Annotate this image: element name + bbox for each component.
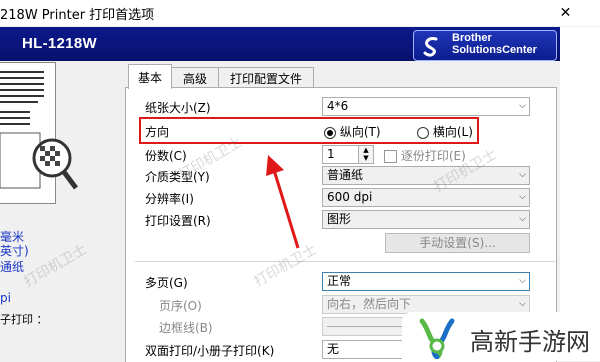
duplex-label: 双面打印/小册子打印(K) [145,344,275,358]
paper-size-label: 纸张大小(Z) [145,101,211,115]
chevron-down-icon: ⌵ [519,214,526,224]
tab-advanced[interactable]: 高级 [170,67,220,88]
chevron-down-icon: ⌵ [519,170,526,180]
sidebar-unit-inch: 英寸) [0,244,29,258]
multi-page-value: 正常 [327,274,352,288]
copies-label: 份数(C) [145,149,187,163]
chevron-down-icon: ⌵ [519,101,526,111]
sidebar-dpi: pi [0,291,11,305]
chevron-down-icon: ⌵ [519,192,526,202]
portrait-label: 纵向(T) [339,125,381,139]
stepper-up-icon[interactable]: ▲ [359,146,373,154]
divider [135,261,555,262]
landscape-label: 横向(L) [432,125,473,139]
bsc-brother-text: Brother [452,32,492,44]
solutions-center-button[interactable]: Brother SolutionsCenter [413,30,557,61]
magnifier-icon [32,138,78,190]
border-label: 边框线(B) [159,321,213,335]
resolution-value: 600 dpi [327,190,373,204]
site-name: 高新手游网 [470,328,590,356]
multi-page-select[interactable]: 正常 ⌵ [322,272,530,291]
tab-print-profiles[interactable]: 打印配置文件 [218,67,314,88]
close-icon: ✕ [559,5,572,21]
checkbox-icon [384,150,397,163]
site-logo-icon [419,318,455,359]
media-type-value: 普通纸 [327,168,364,182]
duplex-value: 无 [327,342,340,356]
print-settings-label: 打印设置(R) [145,214,211,228]
red-arrow-icon [266,155,300,249]
paper-size-value: 4*6 [327,99,349,113]
tab-basic[interactable]: 基本 [128,64,172,89]
print-settings-select[interactable]: 图形 ⌵ [322,210,530,229]
chevron-down-icon: ⌵ [519,299,526,309]
window-title: 218W Printer 打印首选项 [0,8,155,23]
copies-stepper[interactable]: ▲ ▼ [358,145,374,164]
sidebar-booklet: 子打印 ： [0,313,48,326]
brother-swirl-icon [421,35,443,57]
copies-value: 1 [327,147,335,161]
resolution-label: 分辨率(I) [145,192,194,206]
page-order-label: 页序(O) [159,299,202,313]
landscape-radio[interactable]: 横向(L) [417,123,473,140]
page-preview [0,62,78,212]
printer-model: HL-1218W [22,35,97,52]
radio-selected-icon [324,126,336,139]
multi-page-label: 多页(G) [145,276,188,290]
site-badge: 高新手游网 [402,312,600,361]
portrait-radio[interactable]: 纵向(T) [324,123,381,140]
print-settings-value: 图形 [327,212,352,226]
collate-checkbox[interactable]: 逐份打印(E) [384,147,466,164]
paper-size-select[interactable]: 4*6 ⌵ [322,97,530,116]
page-order-value: 向右，然后向下 [327,297,412,311]
bsc-solutions-text: SolutionsCenter [452,44,537,56]
close-button[interactable]: ✕ [531,0,600,26]
manual-settings-button[interactable]: 手动设置(S)... [385,233,530,253]
right-margin [560,27,600,361]
chevron-down-icon: ⌵ [519,276,526,286]
radio-unselected-icon [417,126,429,139]
orientation-label: 方向 [145,125,170,139]
watermark: 打印机卫士 [21,241,90,291]
collate-label: 逐份打印(E) [400,149,466,163]
stepper-down-icon[interactable]: ▼ [359,154,373,162]
media-type-select[interactable]: 普通纸 ⌵ [322,166,530,185]
resolution-select[interactable]: 600 dpi ⌵ [322,188,530,207]
